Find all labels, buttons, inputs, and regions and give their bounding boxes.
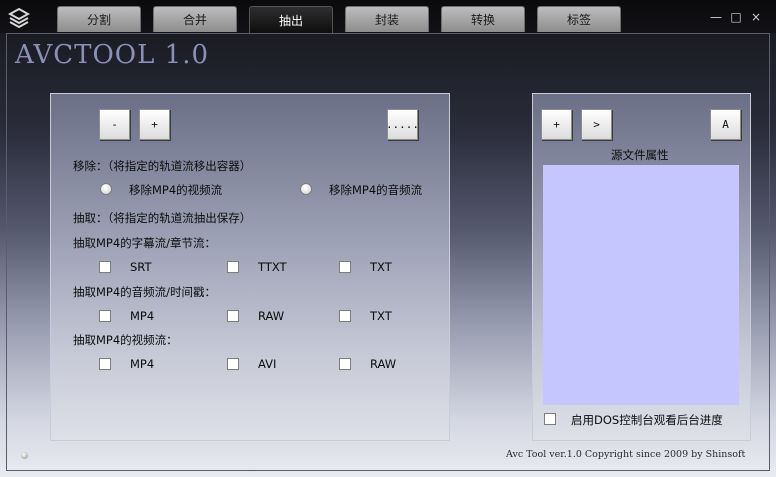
video-avi-checkbox[interactable]	[227, 358, 239, 370]
remove-audio-label: 移除MP4的音频流	[329, 183, 423, 197]
srt-checkbox[interactable]	[99, 261, 111, 273]
minimize-button[interactable]: —	[708, 10, 724, 24]
ttxt-label: TTXT	[258, 260, 287, 274]
audio-mp4-checkbox[interactable]	[99, 310, 111, 322]
footer-copyright: Avc Tool ver.1.0 Copyright since 2009 by…	[506, 449, 746, 460]
close-button[interactable]: ×	[748, 10, 764, 24]
dos-console-checkbox[interactable]	[544, 413, 556, 425]
status-indicator	[21, 452, 28, 459]
video-mp4-checkbox[interactable]	[99, 358, 111, 370]
source-properties-list[interactable]	[543, 165, 739, 405]
video-avi-label: AVI	[258, 357, 277, 371]
tab-split[interactable]: 分割	[57, 6, 141, 32]
audio-mp4-label: MP4	[130, 309, 155, 323]
tab-extract[interactable]: 抽出	[249, 6, 333, 34]
remove-audio-radio[interactable]	[300, 183, 312, 195]
video-raw-label: RAW	[370, 357, 397, 371]
browse-button[interactable]: .....	[386, 109, 419, 140]
audio-txt-checkbox[interactable]	[339, 310, 351, 322]
add-file-button[interactable]: +	[541, 109, 572, 140]
subtitle-label: 抽取MP4的字幕流/章节流：	[73, 236, 217, 250]
video-mp4-label: MP4	[130, 357, 155, 371]
video-label: 抽取MP4的视频流：	[73, 333, 178, 347]
minus-button[interactable]: -	[99, 109, 130, 140]
plus-button[interactable]: +	[139, 109, 170, 140]
remove-video-label: 移除MP4的视频流	[129, 183, 223, 197]
title-bar: 分割 合并 抽出 封装 转换 标签 — □ ×	[0, 0, 776, 34]
subtitle-txt-label: TXT	[370, 260, 392, 274]
audio-raw-checkbox[interactable]	[227, 310, 239, 322]
audio-label: 抽取MP4的音频流/时间戳：	[73, 285, 217, 299]
source-properties-label: 源文件属性	[611, 148, 669, 162]
tab-convert[interactable]: 转换	[441, 6, 525, 32]
dos-console-label: 启用DOS控制台观看后台进度	[571, 413, 723, 427]
audio-raw-label: RAW	[258, 309, 285, 323]
tab-tag[interactable]: 标签	[537, 6, 621, 32]
ttxt-checkbox[interactable]	[227, 261, 239, 273]
extract-section-label: 抽取：（将指定的轨道流抽出保存）	[73, 211, 252, 225]
app-window: 分割 合并 抽出 封装 转换 标签 — □ × AVCTOOL 1.0 - + …	[0, 0, 776, 477]
maximize-button[interactable]: □	[728, 10, 744, 24]
video-raw-checkbox[interactable]	[339, 358, 351, 370]
next-button[interactable]: >	[581, 109, 612, 140]
subtitle-txt-checkbox[interactable]	[339, 261, 351, 273]
tab-merge[interactable]: 合并	[153, 6, 237, 32]
srt-label: SRT	[130, 260, 152, 274]
remove-video-radio[interactable]	[100, 183, 112, 195]
extract-panel: - + ..... 移除：（将指定的轨道流移出容器） 移除MP4的视频流 移除M…	[50, 93, 450, 441]
app-logo-icon	[8, 7, 30, 29]
a-button[interactable]: A	[710, 109, 741, 140]
remove-section-label: 移除：（将指定的轨道流移出容器）	[73, 159, 252, 173]
app-title: AVCTOOL 1.0	[15, 40, 210, 70]
audio-txt-label: TXT	[370, 309, 392, 323]
tab-mux[interactable]: 封装	[345, 6, 429, 32]
